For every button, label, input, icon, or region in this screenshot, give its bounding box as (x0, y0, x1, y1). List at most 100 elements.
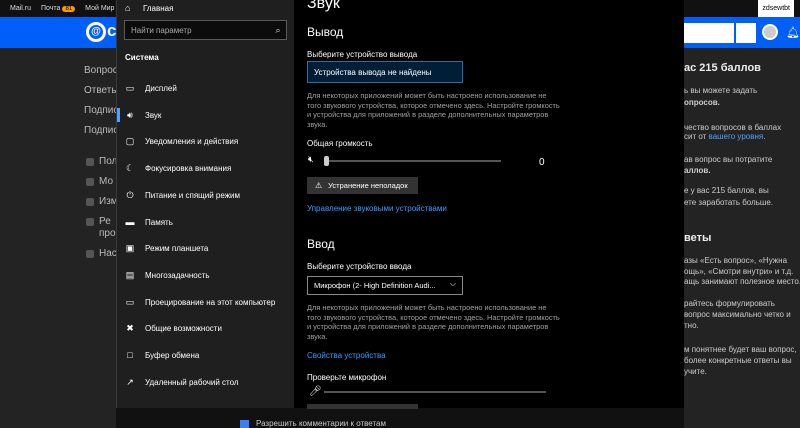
master-volume-value: 0 (539, 157, 545, 168)
user-name[interactable]: zdsewtbt (758, 0, 794, 17)
nav-item-label: Дисплей (145, 83, 177, 93)
master-volume-label: Общая громкость (307, 139, 373, 148)
info-text: ете заработать больше. (684, 198, 773, 207)
clipboard-icon: □ (127, 350, 133, 360)
info-text: учите. (684, 367, 707, 376)
nav-item-label: Память (145, 217, 173, 227)
tips-heading: веты (684, 232, 712, 244)
tablet-icon: ▣ (125, 242, 135, 253)
settings-search-input[interactable]: Найти параметр ⌕ (124, 20, 287, 40)
level-link[interactable]: вашего уровня (709, 132, 764, 141)
nav-item-label: Многозадачность (145, 270, 210, 280)
points-heading: ас 215 баллов (684, 62, 761, 74)
sidebar-link[interactable]: Мо (99, 176, 113, 187)
speaker-muted-icon[interactable]: 🔇︎ (308, 154, 314, 165)
info-text: е у вас 215 баллов, вы (684, 186, 769, 195)
info-text: ощь», «Смотри внутри» и т.д. (684, 267, 794, 276)
input-device-value: Микрофон (2- High Definition Audi... (314, 281, 436, 290)
info-text: чество вопросов в баллах (684, 123, 782, 132)
nav-item-label: Проецирование на этот компьютер (145, 297, 276, 307)
desktop: Mail.ru Почта 81 Мой Мир zdsewtbt @ c 🔔︎ … (0, 0, 800, 428)
mail-logo-icon[interactable]: @ (86, 22, 106, 42)
nav-item-power[interactable]: ⏻ Питание и спящий режим (117, 184, 294, 206)
portal-link-mail[interactable]: Почта 81 (41, 5, 76, 12)
sidebar-icon (86, 158, 94, 166)
nav-item-clipboard[interactable]: □ Буфер обмена (117, 344, 294, 366)
sidebar-link[interactable]: Нас (99, 248, 117, 259)
notifications-icon: ▢ (125, 135, 135, 146)
home-icon: ⌂ (125, 3, 131, 13)
site-search-input[interactable] (684, 23, 734, 43)
nav-item-display[interactable]: ▭ Дисплей (117, 77, 294, 99)
manage-sound-devices-link[interactable]: Управление звуковыми устройствами (307, 204, 447, 213)
input-device-dropdown[interactable]: Микрофон (2- High Definition Audi... ⌵ (307, 276, 463, 295)
info-text: сит от вашего уровня. (684, 132, 766, 141)
sidebar-icon (86, 250, 94, 258)
search-icon[interactable]: ⌕ (270, 25, 286, 36)
storage-icon: ▬ (125, 217, 135, 227)
microphone-icon: 🎤︎ (309, 386, 322, 397)
sidebar-link[interactable]: Вопрос (84, 65, 118, 76)
troubleshoot-button[interactable]: ⚠︎ Устранение неполадок (307, 177, 418, 194)
info-text: м понятнее будет ваш вопрос, (684, 345, 797, 354)
info-text: тно. (684, 321, 699, 330)
master-volume-slider[interactable] (326, 160, 501, 162)
sidebar-link[interactable]: Изм (99, 196, 118, 207)
projecting-icon: ▭ (125, 296, 135, 307)
nav-item-shared-experiences[interactable]: ✖ Общие возможности (117, 317, 294, 339)
device-properties-link[interactable]: Свойства устройства (307, 351, 386, 360)
nav-home-label: Главная (143, 3, 174, 13)
sidebar-link[interactable]: Пол (99, 156, 117, 167)
sound-page: Звук Вывод Выберите устройство вывода Ус… (294, 0, 684, 409)
info-text: ь вы можете задать (684, 86, 758, 95)
display-icon: ▭ (125, 82, 135, 93)
nav-item-focus-assist[interactable]: ☾ Фокусировка внимания (117, 157, 294, 179)
sidebar-link[interactable]: Подпис (84, 125, 118, 136)
allow-comments-checkbox[interactable] (240, 420, 249, 428)
portal-link-mymir[interactable]: Мой Мир (85, 5, 114, 12)
bell-icon[interactable]: 🔔︎ (786, 26, 800, 39)
nav-item-projecting[interactable]: ▭ Проецирование на этот компьютер (117, 291, 294, 313)
sidebar-link[interactable]: Подпис (84, 105, 118, 116)
sidebar-link[interactable]: Ре (99, 216, 111, 227)
test-microphone-label: Проверьте микрофон (307, 373, 387, 382)
portal-link-mailru[interactable]: Mail.ru (10, 5, 31, 12)
sidebar-link[interactable]: про (99, 228, 116, 239)
nav-item-label: Уведомления и действия (145, 136, 239, 146)
info-text: вопрос максимально четко и (684, 310, 791, 319)
info-text: аллов. (684, 166, 711, 175)
settings-window: ⌂ Главная Найти параметр ⌕ Система ▭ Дис… (116, 0, 684, 409)
remote-desktop-icon: ↗ (126, 376, 134, 387)
site-search-button[interactable] (736, 23, 756, 43)
sidebar-link[interactable]: Ответь (84, 85, 117, 96)
site-sidebar: Вопрос Ответь Подпис Подпис Пол Мо Изм Р… (0, 48, 118, 428)
nav-item-label: Питание и спящий режим (145, 190, 241, 200)
sidebar-icon (86, 198, 94, 206)
mail-count-badge: 81 (62, 6, 76, 12)
search-placeholder: Найти параметр (131, 25, 192, 35)
output-device-dropdown[interactable]: Устройства вывода не найдены (307, 61, 463, 83)
nav-item-remote-desktop[interactable]: ↗ Удаленный рабочий стол (117, 371, 294, 393)
nav-item-multitasking[interactable]: ▤ Многозадачность (117, 264, 294, 286)
info-text: опросов. (684, 98, 720, 107)
nav-item-storage[interactable]: ▬ Память (117, 211, 294, 233)
nav-item-tablet-mode[interactable]: ▣ Режим планшета (117, 237, 294, 259)
master-volume-thumb[interactable] (324, 156, 329, 166)
input-troubleshoot-button[interactable] (307, 404, 418, 409)
page-title: Звук (307, 0, 340, 12)
info-text: райтесь формулировать (684, 299, 775, 308)
output-heading: Вывод (307, 25, 344, 39)
moon-icon: ☾ (125, 162, 135, 173)
info-text: ав вопрос вы потратите (684, 155, 773, 164)
output-device-label: Выберите устройство вывода (307, 50, 418, 59)
avatar[interactable] (762, 24, 778, 40)
nav-home[interactable]: ⌂ Главная (125, 2, 173, 14)
multitasking-icon: ▤ (125, 269, 135, 280)
info-text: азы «Есть вопрос», «Нужна (684, 256, 788, 265)
warning-icon: ⚠︎ (315, 181, 323, 190)
nav-item-sound[interactable]: 🔊︎ Звук (117, 104, 294, 126)
nav-item-notifications[interactable]: ▢ Уведомления и действия (117, 130, 294, 152)
nav-item-label: Режим планшета (145, 243, 209, 253)
allow-comments-label: Разрешить комментарии к ответам (256, 419, 387, 428)
nav-item-label: Удаленный рабочий стол (145, 377, 239, 387)
